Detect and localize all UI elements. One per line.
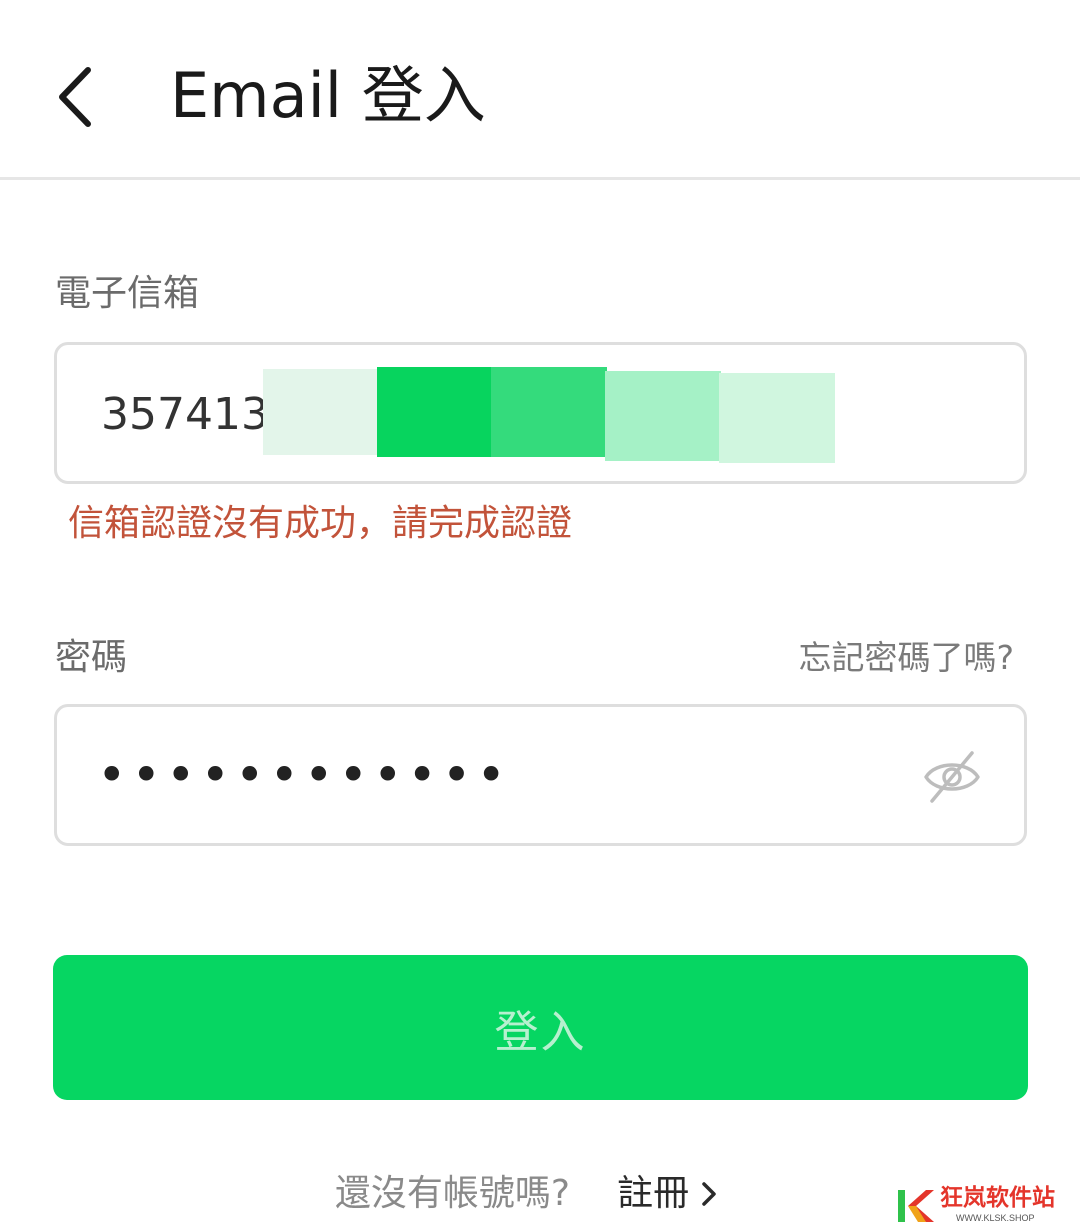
page-title: Email 登入 bbox=[170, 59, 486, 132]
password-label: 密碼 bbox=[55, 637, 128, 678]
login-button[interactable]: 登入 bbox=[53, 955, 1028, 1100]
password-visibility-toggle[interactable] bbox=[920, 747, 984, 807]
redaction-block bbox=[491, 367, 607, 457]
watermark-subtext: WWW.KLSK.SHOP bbox=[956, 1213, 1035, 1223]
redaction-block bbox=[605, 371, 721, 461]
email-error-message: 信箱認證沒有成功，請完成認證 bbox=[68, 503, 573, 544]
back-button[interactable] bbox=[52, 62, 104, 132]
register-label: 註冊 bbox=[617, 1173, 690, 1214]
password-masked-value: •••••••••••• bbox=[97, 746, 511, 804]
watermark: 狂岚软件站 WWW.KLSK.SHOP bbox=[896, 1184, 1066, 1228]
forgot-password-link[interactable]: 忘記密碼了嗎? bbox=[798, 636, 1014, 680]
register-link[interactable]: 註冊 bbox=[617, 1168, 717, 1220]
redaction-block bbox=[719, 373, 835, 463]
login-button-label: 登入 bbox=[494, 1006, 587, 1058]
watermark-text: 狂岚软件站 bbox=[940, 1185, 1055, 1211]
chevron-right-icon bbox=[702, 1182, 716, 1206]
no-account-text: 還沒有帳號嗎? bbox=[334, 1173, 570, 1214]
chevron-left-icon bbox=[59, 67, 91, 127]
password-field[interactable]: •••••••••••• bbox=[54, 704, 1027, 846]
redaction-block bbox=[377, 367, 493, 457]
redaction-block bbox=[263, 369, 379, 455]
email-login-screen: Email 登入 電子信箱 3574137 信箱認證沒有成功，請完成認證 密碼 … bbox=[0, 0, 1080, 1231]
email-field[interactable]: 3574137 bbox=[54, 342, 1027, 484]
eye-off-icon bbox=[924, 751, 980, 803]
email-label: 電子信箱 bbox=[55, 273, 200, 314]
header-bar: Email 登入 bbox=[0, 0, 1080, 180]
watermark-logo-icon bbox=[898, 1190, 934, 1222]
